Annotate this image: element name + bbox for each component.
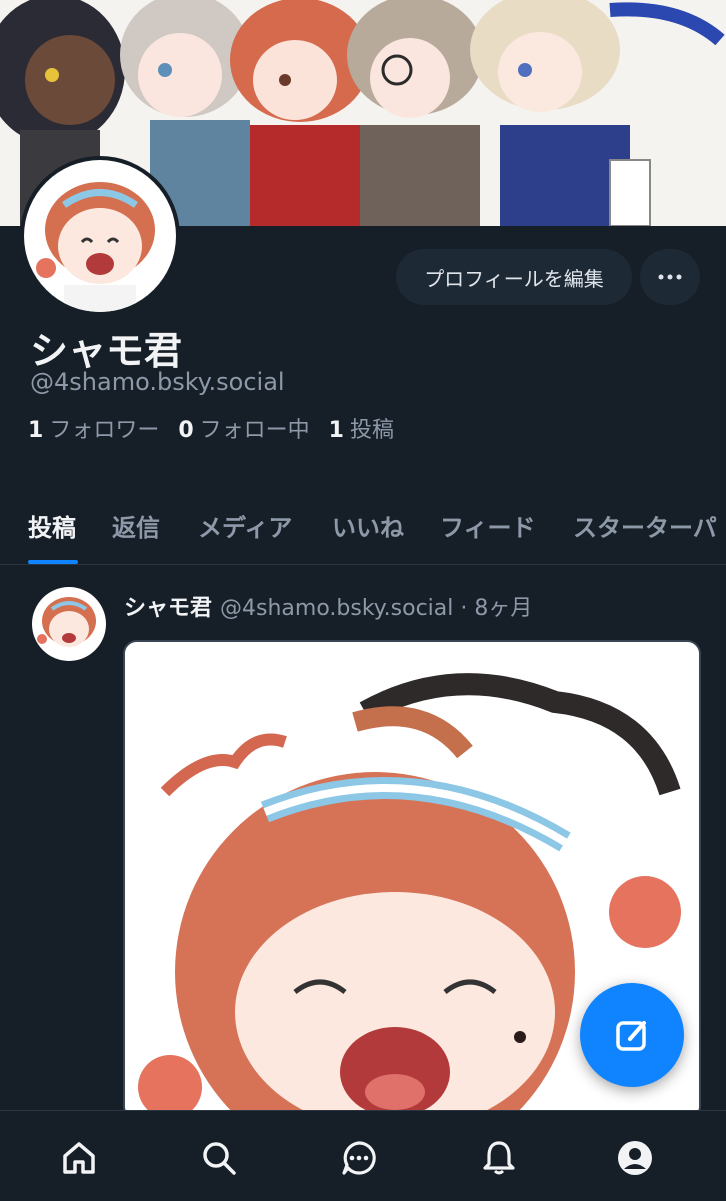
tab-starter-packs[interactable]: スターターパ xyxy=(573,508,717,543)
compose-icon xyxy=(616,1021,646,1051)
compose-button[interactable] xyxy=(580,983,684,1087)
bottom-navigation xyxy=(0,1110,726,1201)
profile-handle: @4shamo.bsky.social xyxy=(30,368,285,396)
post-author-name[interactable]: シャモ君 xyxy=(124,596,212,621)
home-icon xyxy=(63,1142,95,1174)
post-author-avatar[interactable] xyxy=(32,587,106,661)
edit-profile-button[interactable]: プロフィールを編集 xyxy=(396,249,632,305)
posts-stat: 1 投稿 xyxy=(329,418,394,443)
search-icon xyxy=(203,1142,236,1175)
chat-icon xyxy=(342,1141,376,1175)
tab-replies[interactable]: 返信 xyxy=(112,508,160,543)
posts-label: 投稿 xyxy=(349,418,394,443)
bell-icon xyxy=(483,1141,515,1175)
following-label: フォロー中 xyxy=(199,418,310,443)
active-tab-indicator xyxy=(28,560,78,564)
profile-icon xyxy=(618,1141,652,1175)
followers-stat[interactable]: 1 フォロワー xyxy=(28,418,159,443)
profile-stats: 1 フォロワー 0 フォロー中 1 投稿 xyxy=(28,412,406,444)
nav-chat[interactable] xyxy=(336,1135,382,1181)
tab-posts[interactable]: 投稿 xyxy=(28,508,76,543)
display-name: シャモ君 xyxy=(30,329,183,373)
following-stat[interactable]: 0 フォロー中 xyxy=(178,418,309,443)
profile-avatar[interactable] xyxy=(20,156,180,316)
followers-count: 1 xyxy=(28,418,44,443)
post-avatar-image xyxy=(32,587,106,661)
post-header: シャモ君 @4shamo.bsky.social · 8ヶ月 xyxy=(124,590,532,622)
tab-feeds[interactable]: フィード xyxy=(440,508,536,543)
ellipsis-icon xyxy=(658,274,682,280)
tab-media[interactable]: メディア xyxy=(198,508,292,543)
followers-label: フォロワー xyxy=(49,418,160,443)
nav-search[interactable] xyxy=(196,1135,242,1181)
nav-home[interactable] xyxy=(56,1135,102,1181)
following-count: 0 xyxy=(178,418,194,443)
profile-tabs: 投稿 返信 メディア いいね フィード スターターパ xyxy=(0,490,726,565)
post-timestamp[interactable]: · 8ヶ月 xyxy=(460,596,532,621)
avatar-image xyxy=(24,160,176,312)
more-options-button[interactable] xyxy=(640,249,700,305)
nav-notifications[interactable] xyxy=(476,1135,522,1181)
post-author-handle[interactable]: @4shamo.bsky.social xyxy=(220,596,453,621)
posts-count: 1 xyxy=(328,418,344,443)
nav-profile[interactable] xyxy=(612,1135,658,1181)
tab-likes[interactable]: いいね xyxy=(332,508,404,543)
